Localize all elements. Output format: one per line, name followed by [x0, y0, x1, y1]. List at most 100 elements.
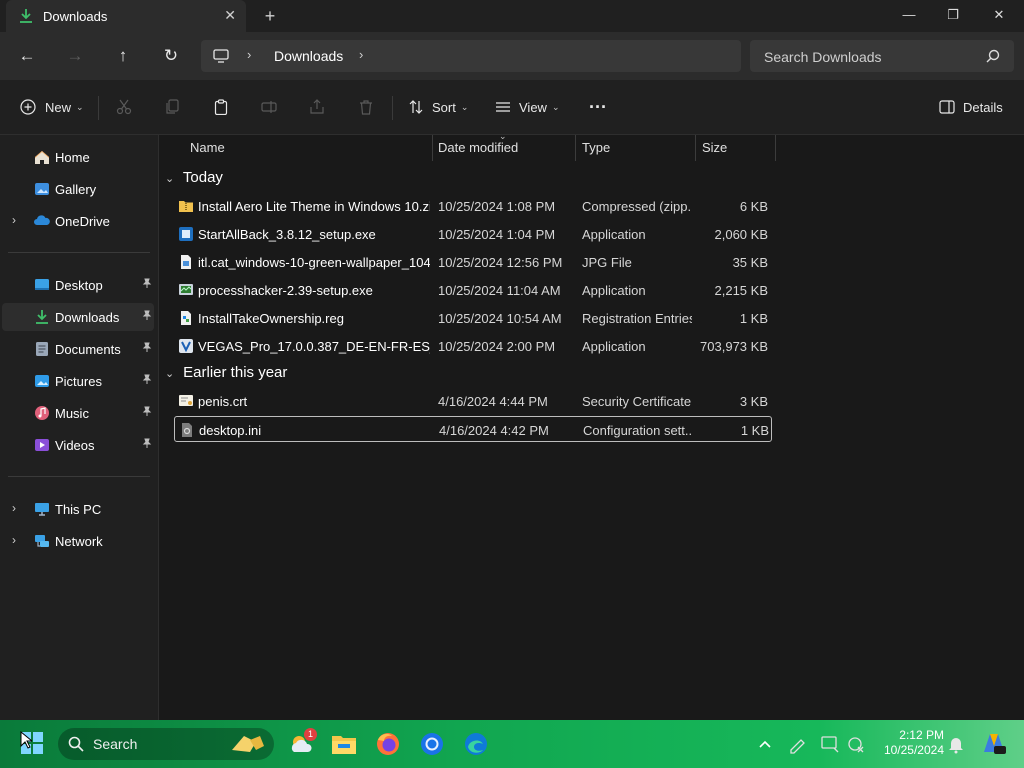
taskbar-clock[interactable]: 2:12 PM 10/25/2024 — [872, 728, 944, 758]
breadcrumb-downloads[interactable]: Downloads — [274, 48, 343, 64]
pin-icon[interactable] — [142, 278, 152, 291]
file-name: processhacker-2.39-setup.exe — [198, 283, 373, 298]
file-list: Name Date modified ⌄ Type Size ⌄ Today I… — [159, 131, 1024, 720]
sidebar-item-desktop[interactable]: Desktop — [2, 271, 154, 299]
forward-button[interactable]: → — [59, 40, 91, 72]
minimize-button[interactable]: — — [886, 0, 932, 32]
pin-icon[interactable] — [142, 374, 152, 387]
breadcrumb-chevron-icon[interactable]: › — [247, 47, 251, 62]
file-row[interactable]: Install Aero Lite Theme in Windows 10.zi… — [174, 193, 772, 219]
sort-label: Sort — [432, 99, 456, 115]
chevron-up-icon[interactable] — [756, 736, 774, 752]
copilot-icon[interactable] — [980, 730, 1008, 758]
delete-button[interactable] — [358, 92, 374, 122]
sidebar-item-this-pc[interactable]: › This PC — [2, 495, 154, 523]
refresh-button[interactable]: ↻ — [155, 40, 187, 72]
sidebar-item-gallery[interactable]: Gallery — [2, 175, 154, 203]
details-button[interactable]: Details — [939, 92, 1003, 122]
file-size: 2,060 KB — [714, 227, 769, 242]
search-input[interactable] — [750, 40, 986, 74]
copy-button[interactable] — [164, 92, 180, 122]
notification-bell-icon[interactable] — [946, 734, 966, 754]
view-label: View — [519, 99, 547, 115]
new-tab-button[interactable]: + — [258, 4, 282, 28]
navigation-bar: ← → ↑ ↻ › Downloads › — [0, 32, 1024, 80]
search-box[interactable] — [750, 40, 1014, 74]
group-header-earlier-this-year[interactable]: ⌄ Earlier this year — [165, 364, 287, 388]
view-button[interactable]: View ⌄ — [495, 92, 560, 122]
sidebar-item-network[interactable]: › Network — [2, 527, 154, 555]
column-divider[interactable] — [695, 135, 696, 161]
chevron-down-icon: ⌄ — [165, 173, 175, 185]
file-row[interactable]: InstallTakeOwnership.reg 10/25/2024 10:5… — [174, 305, 772, 331]
file-row[interactable]: penis.crt 4/16/2024 4:44 PM Security Cer… — [174, 388, 772, 414]
back-button[interactable]: ← — [11, 40, 43, 72]
sidebar-item-videos[interactable]: Videos — [2, 431, 154, 459]
close-button[interactable]: ✕ — [976, 0, 1022, 32]
pin-icon[interactable] — [142, 438, 152, 451]
pin-icon[interactable] — [142, 406, 152, 419]
gallery-icon — [35, 183, 49, 195]
address-bar[interactable]: › Downloads › — [201, 40, 741, 72]
chevron-down-icon: ⌄ — [165, 368, 175, 380]
notification-badge: 1 — [304, 728, 317, 741]
tab-close-icon[interactable]: ✕ — [224, 7, 236, 24]
network-status-icon[interactable] — [846, 734, 866, 754]
pin-icon — [142, 406, 152, 416]
taskbar-search[interactable]: Search — [58, 728, 274, 760]
edge-icon[interactable] — [460, 728, 492, 760]
column-divider[interactable] — [775, 135, 776, 161]
sidebar-item-downloads[interactable]: Downloads — [2, 303, 154, 331]
tab-downloads[interactable]: Downloads ✕ — [6, 0, 246, 32]
sidebar-item-documents[interactable]: Documents — [2, 335, 154, 363]
expand-chevron-icon[interactable]: › — [12, 213, 16, 227]
file-size: 35 KB — [732, 255, 768, 270]
column-divider[interactable] — [432, 135, 433, 161]
pin-icon — [142, 342, 152, 352]
share-button[interactable] — [309, 92, 325, 122]
more-options-button[interactable]: ··· — [589, 92, 607, 122]
cut-button[interactable] — [116, 92, 132, 122]
expand-chevron-icon[interactable]: › — [12, 533, 16, 547]
file-row[interactable]: VEGAS_Pro_17.0.0.387_DE-EN-FR-ES_17_0...… — [174, 333, 772, 359]
file-row[interactable]: itl.cat_windows-10-green-wallpaper_104..… — [174, 249, 772, 275]
paste-button[interactable] — [213, 92, 229, 122]
search-icon[interactable] — [986, 49, 1000, 63]
firefox-icon[interactable] — [372, 728, 404, 760]
chrome-icon[interactable] — [416, 728, 448, 760]
up-button[interactable]: ↑ — [107, 40, 139, 72]
sidebar-item-pictures[interactable]: Pictures — [2, 367, 154, 395]
new-button[interactable]: New ⌄ — [20, 92, 84, 122]
pen-menu-icon[interactable] — [788, 734, 808, 754]
file-row[interactable]: StartAllBack_3.8.12_setup.exe 10/25/2024… — [174, 221, 772, 247]
group-header-today[interactable]: ⌄ Today — [165, 169, 223, 193]
pin-icon[interactable] — [142, 310, 152, 323]
tablet-mode-icon[interactable] — [820, 734, 840, 754]
column-divider[interactable] — [575, 135, 576, 161]
navigation-pane: Home Gallery › OneDrive Desktop Download… — [0, 135, 159, 720]
sidebar-item-home[interactable]: Home — [2, 143, 154, 171]
sidebar-item-music[interactable]: Music — [2, 399, 154, 427]
file-name: Install Aero Lite Theme in Windows 10.zi… — [198, 199, 430, 214]
file-explorer-icon[interactable] — [328, 728, 360, 760]
maximize-button[interactable]: ❐ — [930, 0, 976, 32]
sort-indicator-icon: ⌄ — [499, 131, 507, 141]
this-pc-icon — [35, 503, 49, 516]
weather-widget[interactable]: 1 — [286, 728, 318, 760]
rename-button[interactable] — [261, 92, 277, 122]
sidebar-item-onedrive[interactable]: › OneDrive — [2, 207, 154, 235]
file-size: 703,973 KB — [700, 339, 768, 354]
column-header-type[interactable]: Type — [582, 135, 610, 161]
sort-button[interactable]: Sort ⌄ — [408, 92, 468, 122]
breadcrumb-chevron-icon[interactable]: › — [359, 47, 363, 62]
pin-icon[interactable] — [142, 342, 152, 355]
file-name: penis.crt — [198, 394, 248, 409]
paste-icon — [214, 99, 228, 115]
column-header-name[interactable]: Name — [190, 135, 225, 161]
expand-chevron-icon[interactable]: › — [12, 501, 16, 515]
file-row[interactable]: processhacker-2.39-setup.exe 10/25/2024 … — [174, 277, 772, 303]
column-header-size[interactable]: Size — [702, 135, 727, 161]
file-row[interactable]: desktop.ini 4/16/2024 4:42 PM Configurat… — [174, 416, 772, 442]
file-name: desktop.ini — [199, 423, 262, 438]
pin-icon — [142, 438, 152, 448]
